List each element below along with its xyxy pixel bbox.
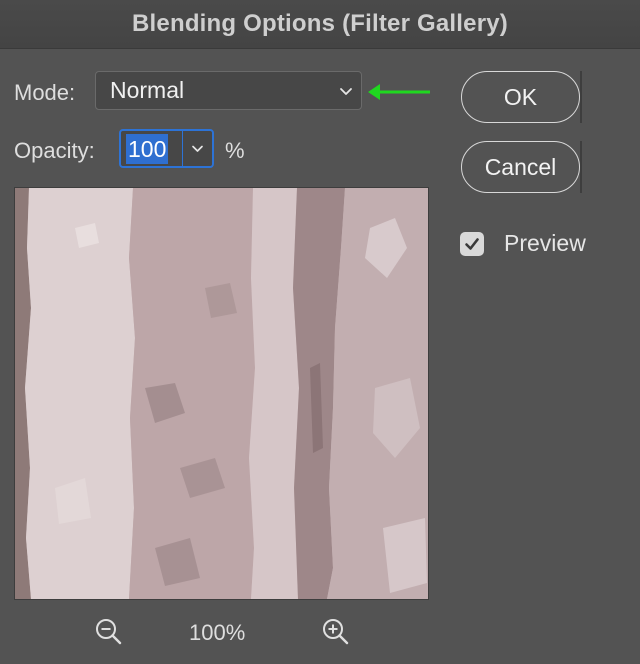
ok-button[interactable]: OK [461, 71, 580, 123]
ok-button-edge [580, 71, 582, 123]
filter-preview-image[interactable] [14, 187, 429, 600]
zoom-in-icon[interactable] [321, 617, 351, 647]
opacity-label: Opacity: [14, 138, 95, 163]
opacity-input[interactable]: 100 [121, 131, 182, 166]
green-arrow-annotation [368, 84, 430, 100]
opacity-value-text: 100 [126, 133, 169, 164]
checkmark-icon [465, 238, 479, 250]
opacity-field[interactable]: 100 [119, 129, 214, 168]
cancel-button-edge [580, 141, 582, 193]
cancel-button[interactable]: Cancel [461, 141, 580, 193]
opacity-dropdown-button[interactable] [182, 131, 212, 166]
dialog-title: Blending Options (Filter Gallery) [132, 10, 508, 37]
mode-value: Normal [110, 77, 185, 103]
blending-options-dialog: Blending Options (Filter Gallery) Mode: … [0, 0, 640, 664]
preview-checkbox[interactable] [460, 232, 484, 256]
preview-texture [15, 188, 428, 599]
opacity-unit: % [225, 138, 245, 163]
chevron-down-icon [192, 145, 204, 152]
title-bar[interactable]: Blending Options (Filter Gallery) [0, 0, 640, 49]
zoom-out-icon[interactable] [94, 617, 124, 647]
mode-dropdown[interactable]: Normal [95, 71, 362, 110]
chevron-down-icon [340, 88, 352, 95]
preview-label: Preview [504, 230, 586, 256]
zoom-level: 100% [189, 620, 246, 645]
mode-label: Mode: [14, 80, 76, 105]
